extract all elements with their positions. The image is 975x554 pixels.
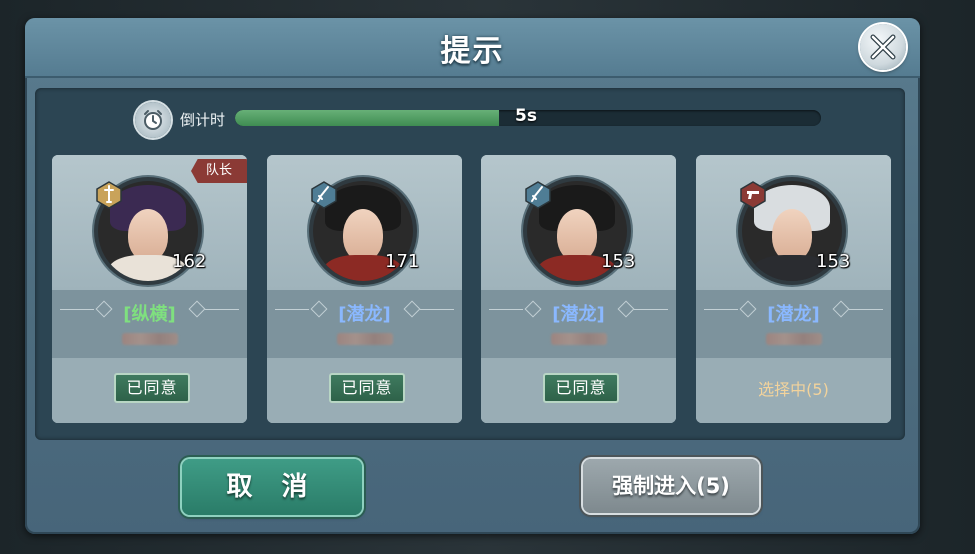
player-name-redacted xyxy=(551,333,607,345)
player-level: 162 xyxy=(172,251,207,272)
countdown-value: 5s xyxy=(515,106,537,126)
status-agreed-badge: 已同意 xyxy=(329,373,405,403)
blade-badge-icon xyxy=(311,181,337,209)
captain-tag: 队长 xyxy=(191,159,247,183)
team-member-card: 171 [潜龙] 已同意 xyxy=(267,155,462,423)
force-enter-button[interactable]: 强制进入(5) xyxy=(583,459,759,513)
cancel-button[interactable]: 取 消 xyxy=(182,459,362,515)
dialog-title: 提示 xyxy=(440,34,505,69)
team-member-cards: 162 [纵横] 队长 已同意 171 [潜龙] 已同意 153 [潜龙] 已同… xyxy=(52,155,892,425)
player-name-redacted xyxy=(337,333,393,345)
blade-badge-icon xyxy=(525,181,551,209)
player-level: 171 xyxy=(385,251,420,272)
player-title-tag: [潜龙] xyxy=(767,304,820,325)
gun-badge-icon xyxy=(740,181,766,209)
alarm-clock-icon xyxy=(135,102,171,138)
prompt-dialog: 提示 倒计时 5s 162 [纵横] 队长 已同意 171 [潜龙] 已同意 1… xyxy=(25,18,920,534)
dialog-content: 倒计时 5s 162 [纵横] 队长 已同意 171 [潜龙] 已同意 153 … xyxy=(35,88,905,440)
countdown-label: 倒计时 xyxy=(180,111,226,129)
team-member-card: 162 [纵横] 队长已同意 xyxy=(52,155,247,423)
status-choosing-text: 选择中(5) xyxy=(758,380,829,399)
team-member-card: 153 [潜龙] 选择中(5) xyxy=(696,155,891,423)
dialog-title-bar: 提示 xyxy=(25,18,920,78)
player-title-tag: [潜龙] xyxy=(338,304,391,325)
avatar-face xyxy=(557,209,597,261)
team-member-card: 153 [潜龙] 已同意 xyxy=(481,155,676,423)
close-icon xyxy=(870,34,896,60)
status-agreed-badge: 已同意 xyxy=(543,373,619,403)
player-name-redacted xyxy=(122,333,178,345)
avatar-face xyxy=(772,209,812,261)
status-agreed-badge: 已同意 xyxy=(114,373,190,403)
player-title-tag: [潜龙] xyxy=(552,304,605,325)
avatar-face xyxy=(343,209,383,261)
countdown-progress-fill xyxy=(235,110,499,126)
player-title-tag: [纵横] xyxy=(123,304,176,325)
avatar-face xyxy=(128,209,168,261)
sword-badge-icon xyxy=(96,181,122,209)
player-level: 153 xyxy=(601,251,636,272)
close-button[interactable] xyxy=(860,24,906,70)
player-name-redacted xyxy=(766,333,822,345)
player-level: 153 xyxy=(816,251,851,272)
